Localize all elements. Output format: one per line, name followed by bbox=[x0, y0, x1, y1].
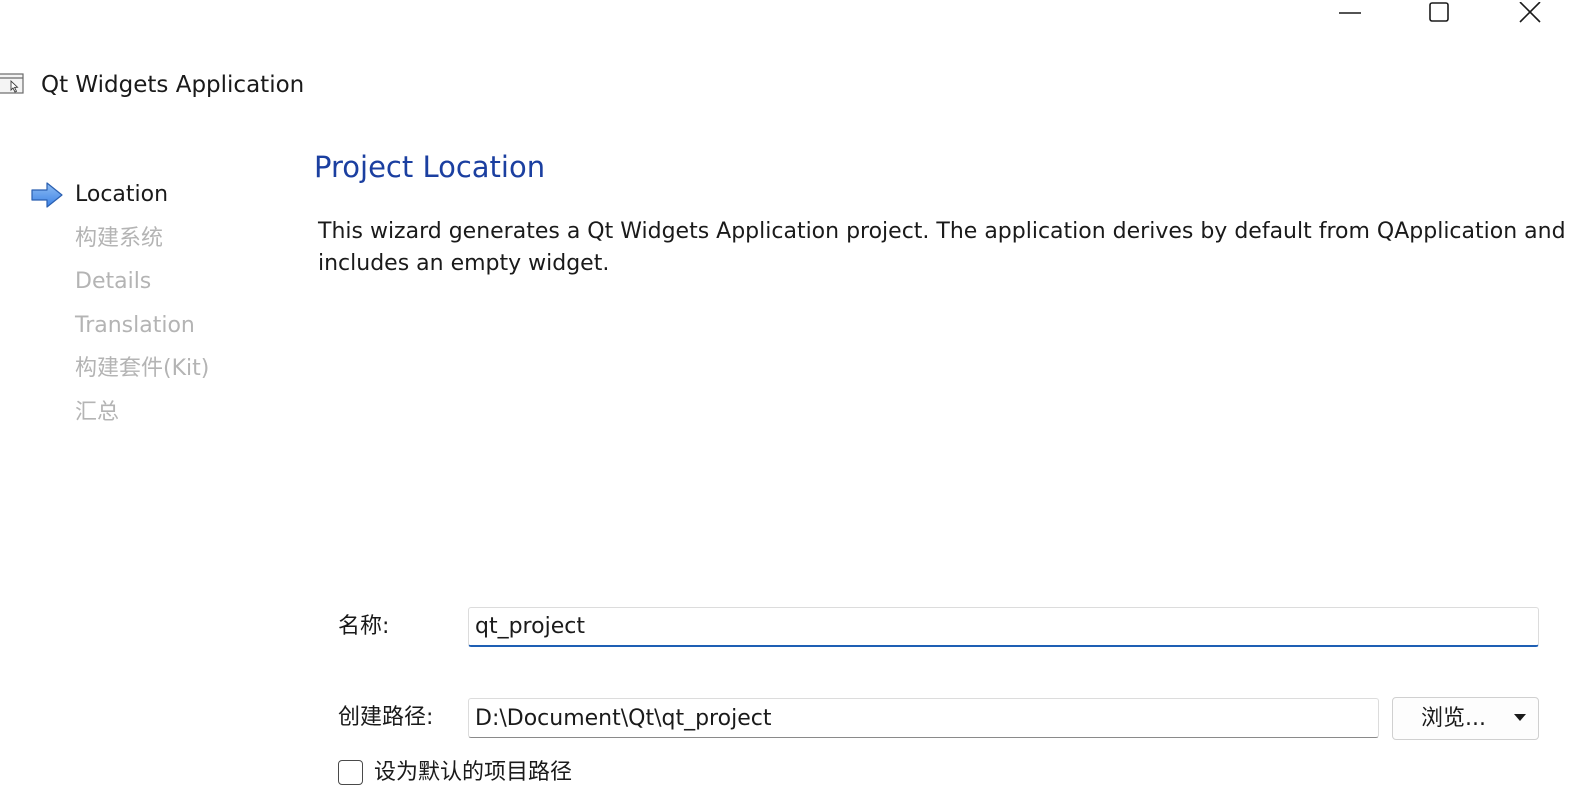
name-input[interactable] bbox=[468, 607, 1539, 647]
close-icon bbox=[1519, 2, 1541, 23]
current-step-arrow-icon bbox=[31, 182, 63, 208]
step-build-system: 构建系统 bbox=[75, 226, 164, 251]
step-details: Details bbox=[75, 269, 152, 294]
name-label: 名称: bbox=[338, 614, 390, 639]
browse-button[interactable]: 浏览... bbox=[1392, 697, 1539, 740]
maximize-icon bbox=[1429, 2, 1449, 22]
window-title: Qt Widgets Application bbox=[41, 72, 305, 98]
application-window-icon bbox=[0, 73, 24, 94]
step-location: Location bbox=[75, 182, 169, 207]
page-title: Project Location bbox=[314, 150, 546, 184]
path-input[interactable] bbox=[468, 698, 1379, 738]
step-translation: Translation bbox=[75, 313, 195, 338]
minimize-button[interactable] bbox=[1320, 0, 1380, 26]
wizard-window: Qt Widgets Application Location 构建系统 Det… bbox=[0, 0, 1587, 805]
browse-button-label: 浏览... bbox=[1421, 706, 1486, 731]
default-path-checkbox[interactable] bbox=[338, 760, 363, 785]
step-summary: 汇总 bbox=[75, 400, 120, 425]
step-kits: 构建套件(Kit) bbox=[75, 356, 210, 381]
chevron-down-icon[interactable] bbox=[1514, 714, 1526, 722]
maximize-button[interactable] bbox=[1409, 0, 1469, 26]
close-button[interactable] bbox=[1500, 0, 1560, 26]
minimize-icon bbox=[1339, 12, 1361, 14]
page-description: This wizard generates a Qt Widgets Appli… bbox=[318, 219, 1566, 276]
default-path-label[interactable]: 设为默认的项目路径 bbox=[374, 758, 572, 788]
path-label: 创建路径: bbox=[338, 705, 434, 730]
